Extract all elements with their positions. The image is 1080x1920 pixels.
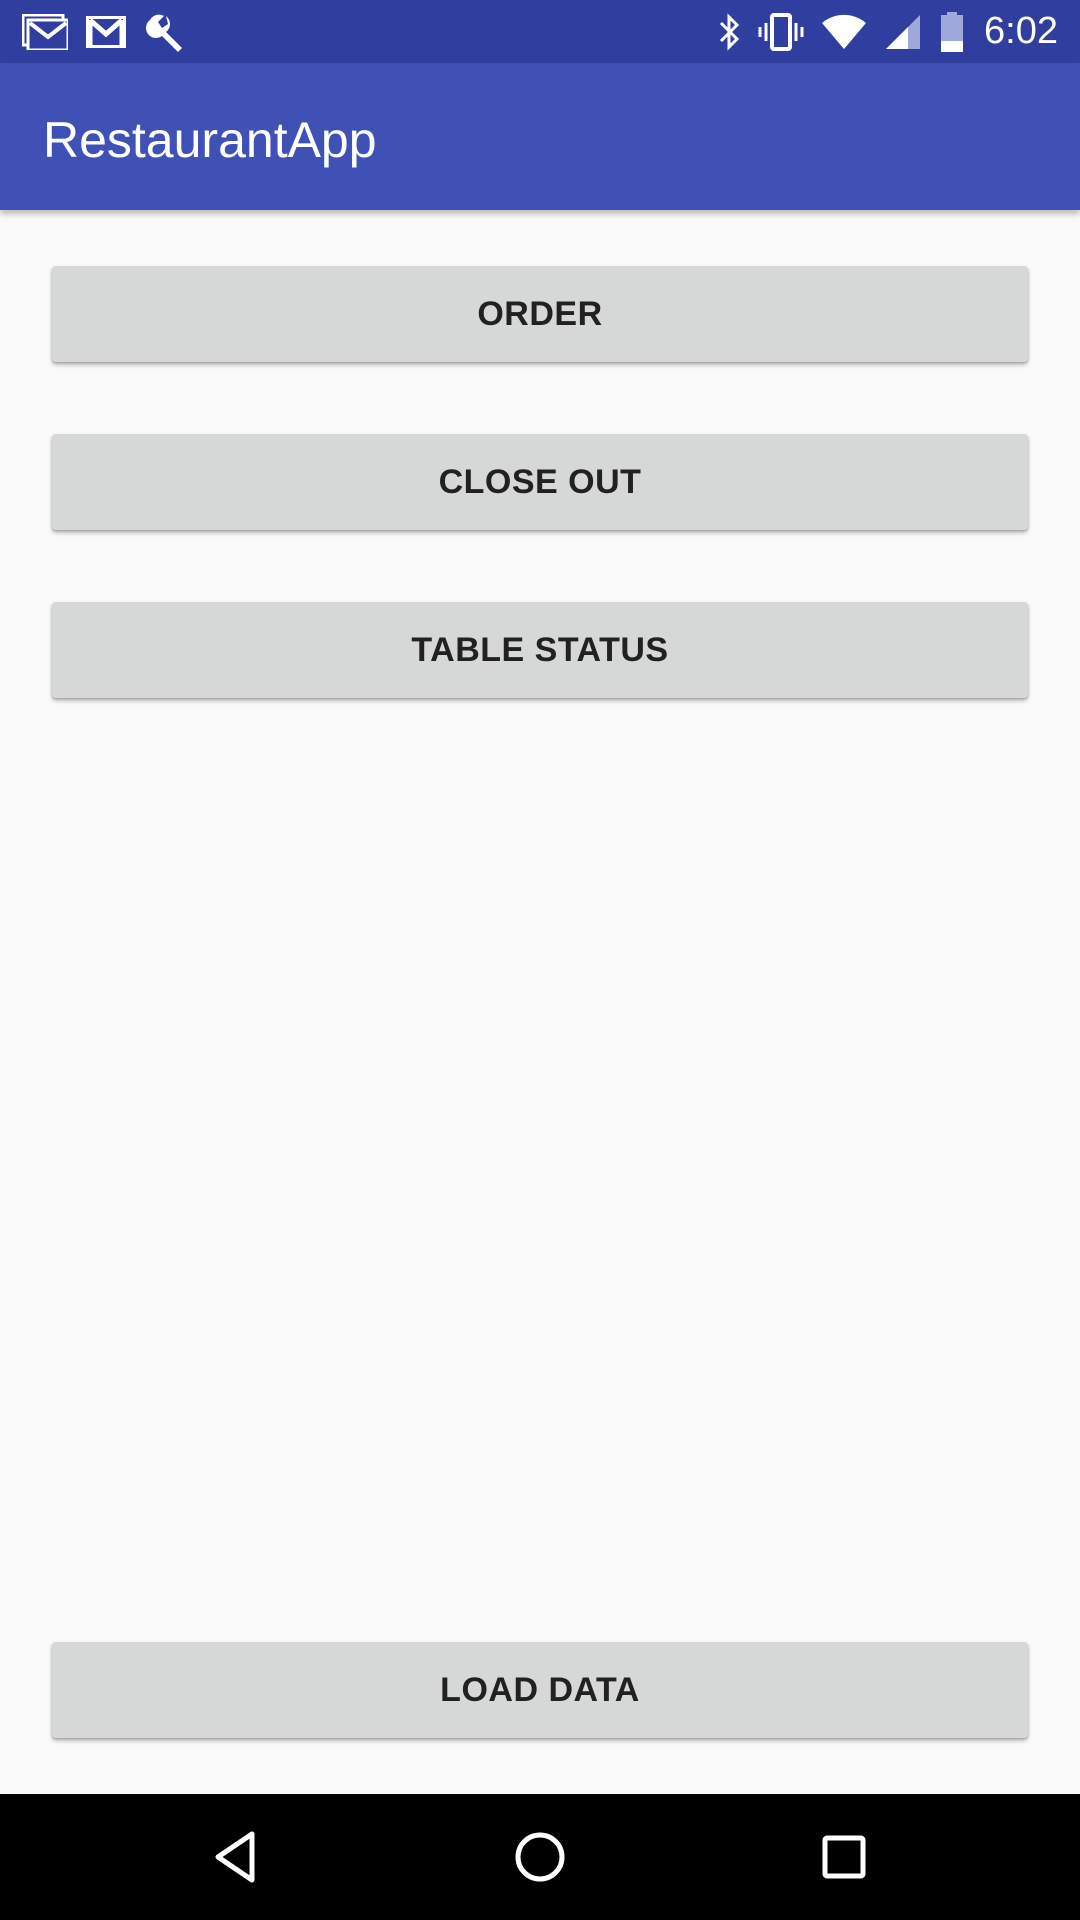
app-bar: RestaurantApp	[0, 63, 1080, 210]
wrench-icon	[144, 10, 188, 54]
battery-icon	[940, 11, 964, 53]
home-icon	[515, 1832, 565, 1882]
cell-signal-icon	[884, 13, 924, 51]
recents-icon	[822, 1835, 866, 1879]
bluetooth-icon	[718, 12, 742, 52]
clock: 6:02	[984, 10, 1058, 52]
gmail-stack-icon	[22, 13, 68, 50]
wifi-icon	[820, 13, 868, 51]
back-button[interactable]	[200, 1821, 272, 1893]
status-bar: 6:02	[0, 0, 1080, 63]
back-icon	[215, 1831, 255, 1883]
close-out-button[interactable]: CLOSE OUT	[52, 434, 1028, 530]
order-button[interactable]: ORDER	[52, 266, 1028, 362]
notification-icons	[22, 0, 206, 63]
system-indicators: 6:02	[718, 0, 1058, 63]
app-title: RestaurantApp	[43, 112, 377, 168]
vibrate-icon	[758, 12, 804, 52]
gmail-icon	[86, 15, 126, 48]
table-status-button[interactable]: TABLE STATUS	[52, 602, 1028, 698]
navigation-bar	[0, 1794, 1080, 1920]
home-button[interactable]	[504, 1821, 576, 1893]
recents-button[interactable]	[808, 1821, 880, 1893]
load-data-button[interactable]: LOAD DATA	[52, 1642, 1028, 1738]
